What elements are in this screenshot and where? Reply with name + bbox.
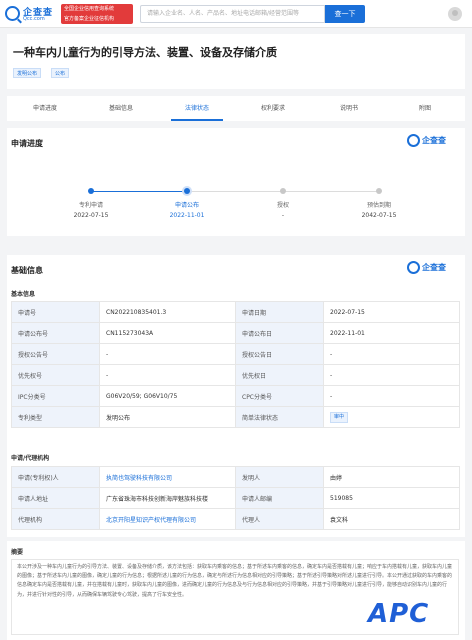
page-title: 一种车内儿童行为的引导方法、装置、设备及存储介质 (13, 46, 277, 59)
qcc-brand-logo: 企查查 (407, 261, 457, 275)
value-priority-date: - (323, 364, 460, 386)
value-postcode: 519085 (323, 487, 460, 509)
value-publication-number: CN115273043A (99, 322, 236, 344)
abstract-title: 摘要 (11, 549, 24, 556)
value-legal-status: 审中 (323, 406, 460, 428)
tab-progress[interactable]: 申请进度 (7, 96, 83, 121)
magnifier-logo-icon (5, 6, 20, 21)
key-application-number: 申请号 (11, 301, 100, 323)
key-cpc: CPC分类号 (235, 385, 324, 407)
promo-line-2: 官方备案企业征信机构 (64, 16, 115, 22)
value-cpc: - (323, 385, 460, 407)
step-date-grant: - (281, 212, 285, 219)
key-priority-date: 优先权日 (235, 364, 324, 386)
table-row: 申请号 CN202210835401.3 申请日期 2022-07-15 (11, 301, 460, 323)
key-publication-date: 申请公布日 (235, 322, 324, 344)
key-grant-date: 授权公告日 (235, 343, 324, 365)
top-header: 企查查 Qcc.com 全国企业信用查询系统 官方备案企业征信机构 请输入企业名… (0, 0, 472, 28)
apc-watermark: APC (368, 599, 430, 629)
tab-bar: 申请进度 基础信息 法律状态 权利要求 说明书 附图 (7, 96, 465, 121)
value-patent-type: 发明公布 (99, 406, 236, 428)
basic-info-table: 申请号 CN202210835401.3 申请日期 2022-07-15 申请公… (11, 301, 460, 428)
key-applicant-address: 申请人地址 (11, 487, 100, 509)
value-agency: 北京开阳星知识产权代理有限公司 (99, 508, 236, 530)
progress-section: 申请进度 企查查 专利申请 申请公布 授权 预估到期 2022-07-15 20… (7, 128, 465, 236)
key-applicant: 申请(专利权)人 (11, 466, 100, 488)
search-button[interactable]: 查一下 (325, 5, 365, 23)
key-priority-number: 优先权号 (11, 364, 100, 386)
step-date-apply: 2022-07-15 (73, 212, 109, 219)
progress-title: 申请进度 (11, 139, 43, 148)
value-agent: 袁文科 (323, 508, 460, 530)
promo-banner[interactable]: 全国企业信用查询系统 官方备案企业征信机构 (61, 4, 133, 24)
key-legal-status: 简单法律状态 (235, 406, 324, 428)
tag-publication-type: 发明公布 (13, 68, 42, 78)
tab-figures[interactable]: 附图 (387, 96, 463, 121)
qcc-brand-logo: 企查查 (407, 134, 457, 148)
applicant-subtitle: 申请/代理机构 (11, 455, 50, 462)
step-dot-apply (88, 188, 94, 194)
title-card: 一种车内儿童行为的引导方法、装置、设备及存储介质 发明公布 公布 (7, 34, 465, 89)
table-row: 专利类型 发明公布 简单法律状态 审中 (11, 406, 460, 428)
basic-subtitle: 基本信息 (11, 291, 36, 298)
table-row: 授权公告号 - 授权公告日 - (11, 343, 460, 365)
step-date-publish: 2022-11-01 (169, 212, 205, 219)
tab-description[interactable]: 说明书 (311, 96, 387, 121)
step-label-grant: 授权 (276, 202, 289, 209)
magnifier-icon (407, 261, 420, 274)
step-dot-expiry (376, 188, 382, 194)
table-row: 申请公布号 CN115273043A 申请公布日 2022-11-01 (11, 322, 460, 344)
tab-basic-info[interactable]: 基础信息 (83, 96, 159, 121)
progress-track-done (91, 191, 187, 192)
value-application-date: 2022-07-15 (323, 301, 460, 323)
tab-legal-status[interactable]: 法律状态 (159, 96, 235, 121)
basic-info-section: 基础信息 企查查 基本信息 申请号 CN202210835401.3 申请日期 … (7, 255, 465, 537)
key-application-date: 申请日期 (235, 301, 324, 323)
tab-claims[interactable]: 权利要求 (235, 96, 311, 121)
value-applicant: 执简也驾驶科技有限公司 (99, 466, 236, 488)
key-publication-number: 申请公布号 (11, 322, 100, 344)
applicant-link[interactable]: 执简也驾驶科技有限公司 (106, 475, 172, 482)
step-dot-publish (184, 188, 190, 194)
value-ipc: G06V20/59; G06V10/75 (99, 385, 236, 407)
status-badge: 审中 (330, 411, 349, 423)
qcc-logo[interactable]: 企查查 Qcc.com (5, 4, 60, 24)
table-row: 申请人地址 广东省珠海市科技创新海岸魅族科技楼 申请人邮编 519085 (11, 487, 460, 509)
key-ipc: IPC分类号 (11, 385, 100, 407)
key-agent: 代理人 (235, 508, 324, 530)
value-grant-date: - (323, 343, 460, 365)
search-input[interactable]: 请输入企业名、人名、产品名、地址电话邮箱/经营范围等 (140, 5, 325, 23)
table-row: 申请(专利权)人 执简也驾驶科技有限公司 发明人 由婷 (11, 466, 460, 488)
table-row: 优先权号 - 优先权日 - (11, 364, 460, 386)
value-application-number: CN202210835401.3 (99, 301, 236, 323)
value-publication-date: 2022-11-01 (323, 322, 460, 344)
basic-info-title: 基础信息 (11, 266, 43, 275)
promo-line-1: 全国企业信用查询系统 (64, 6, 115, 12)
step-label-publish: 申请公布 (174, 202, 199, 209)
key-grant-number: 授权公告号 (11, 343, 100, 365)
step-date-expiry: 2042-07-15 (361, 212, 397, 219)
value-priority-number: - (99, 364, 236, 386)
step-label-expiry: 预估到期 (366, 202, 391, 209)
user-avatar-icon[interactable] (448, 7, 462, 21)
value-applicant-address: 广东省珠海市科技创新海岸魅族科技楼 (99, 487, 236, 509)
key-patent-type: 专利类型 (11, 406, 100, 428)
key-inventor: 发明人 (235, 466, 324, 488)
step-label-apply: 专利申请 (78, 202, 103, 209)
table-row: IPC分类号 G06V20/59; G06V10/75 CPC分类号 - (11, 385, 460, 407)
value-grant-number: - (99, 343, 236, 365)
agency-link[interactable]: 北京开阳星知识产权代理有限公司 (106, 517, 196, 524)
step-dot-grant (280, 188, 286, 194)
magnifier-icon (407, 134, 420, 147)
applicant-table: 申请(专利权)人 执简也驾驶科技有限公司 发明人 由婷 申请人地址 广东省珠海市… (11, 466, 460, 530)
tag-status: 公布 (51, 68, 70, 78)
value-inventor: 由婷 (323, 466, 460, 488)
table-row: 代理机构 北京开阳星知识产权代理有限公司 代理人 袁文科 (11, 508, 460, 530)
logo-domain: Qcc.com (23, 16, 45, 22)
key-agency: 代理机构 (11, 508, 100, 530)
key-postcode: 申请人邮编 (235, 487, 324, 509)
